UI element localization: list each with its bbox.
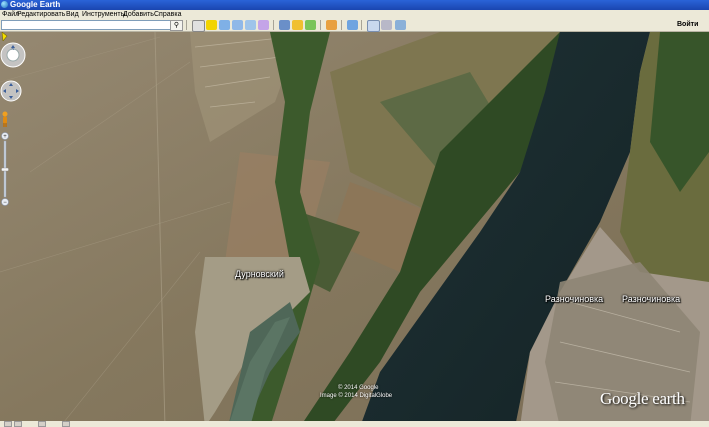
record-tour-icon[interactable] [258, 20, 269, 30]
menu-view[interactable]: Вид [66, 10, 79, 19]
street-view-pegman-icon[interactable] [0, 111, 10, 127]
menu-tools[interactable]: Инструменты [82, 10, 126, 19]
placemark-pin-icon[interactable] [0, 32, 8, 41]
menu-help[interactable]: Справка [154, 10, 181, 19]
email-icon[interactable] [367, 20, 380, 32]
polygon-icon[interactable] [219, 20, 230, 30]
svg-text:N: N [12, 46, 15, 51]
search-button[interactable]: ⚲ [170, 20, 183, 31]
login-button[interactable]: Войти [677, 19, 698, 31]
image-overlay-icon[interactable] [245, 20, 256, 30]
place-label-raznochinovka[interactable]: Разночиновка [545, 294, 603, 304]
search-input[interactable] [1, 20, 173, 30]
status-bar [0, 421, 709, 427]
window-title: Google Earth [10, 0, 61, 9]
status-button[interactable] [14, 421, 22, 427]
path-icon[interactable] [232, 20, 243, 30]
menu-bar: Файл Редактировать Вид Инструменты Добав… [0, 10, 709, 19]
sun-icon[interactable] [292, 20, 303, 30]
title-bar: Google Earth [0, 0, 709, 10]
toolbar-separator [186, 20, 187, 30]
move-joystick[interactable] [0, 80, 22, 102]
view-in-maps-icon[interactable] [347, 20, 358, 30]
search-icon: ⚲ [173, 22, 180, 29]
ruler-icon[interactable] [326, 20, 337, 30]
save-image-icon[interactable] [395, 20, 406, 30]
svg-text:−: − [3, 200, 7, 206]
satellite-imagery [0, 32, 709, 427]
google-earth-icon [1, 1, 8, 8]
place-label-raznochinovka-2[interactable]: Разночиновка [622, 294, 680, 304]
toolbar-separator [273, 20, 274, 30]
print-icon[interactable] [381, 20, 392, 30]
toolbar-separator [341, 20, 342, 30]
menu-edit[interactable]: Редактировать [17, 10, 65, 19]
svg-text:+: + [3, 134, 7, 140]
historical-imagery-icon[interactable] [279, 20, 290, 30]
status-button[interactable] [62, 421, 70, 427]
zoom-slider[interactable]: + − [0, 132, 10, 206]
sidebar-toggle-button[interactable] [4, 421, 12, 427]
hide-sidebar-icon[interactable] [192, 20, 205, 32]
google-earth-logo: Google earth [600, 389, 685, 408]
place-label-durnovsky[interactable]: Дурновский [235, 269, 284, 279]
toolbar-separator [361, 20, 362, 30]
look-joystick[interactable]: N [0, 42, 26, 68]
map-view[interactable]: Дурновский Разночиновка Разночиновка © 2… [0, 32, 709, 427]
copyright-google: © 2014 Google [338, 385, 379, 391]
planets-icon[interactable] [305, 20, 316, 30]
status-button[interactable] [38, 421, 46, 427]
toolbar-separator [320, 20, 321, 30]
copyright-imagery: Image © 2014 DigitalGlobe [320, 393, 393, 399]
menu-add[interactable]: Добавить [123, 10, 154, 19]
toolbar: ⚲ Войти [0, 19, 709, 32]
placemark-icon[interactable] [206, 20, 217, 30]
